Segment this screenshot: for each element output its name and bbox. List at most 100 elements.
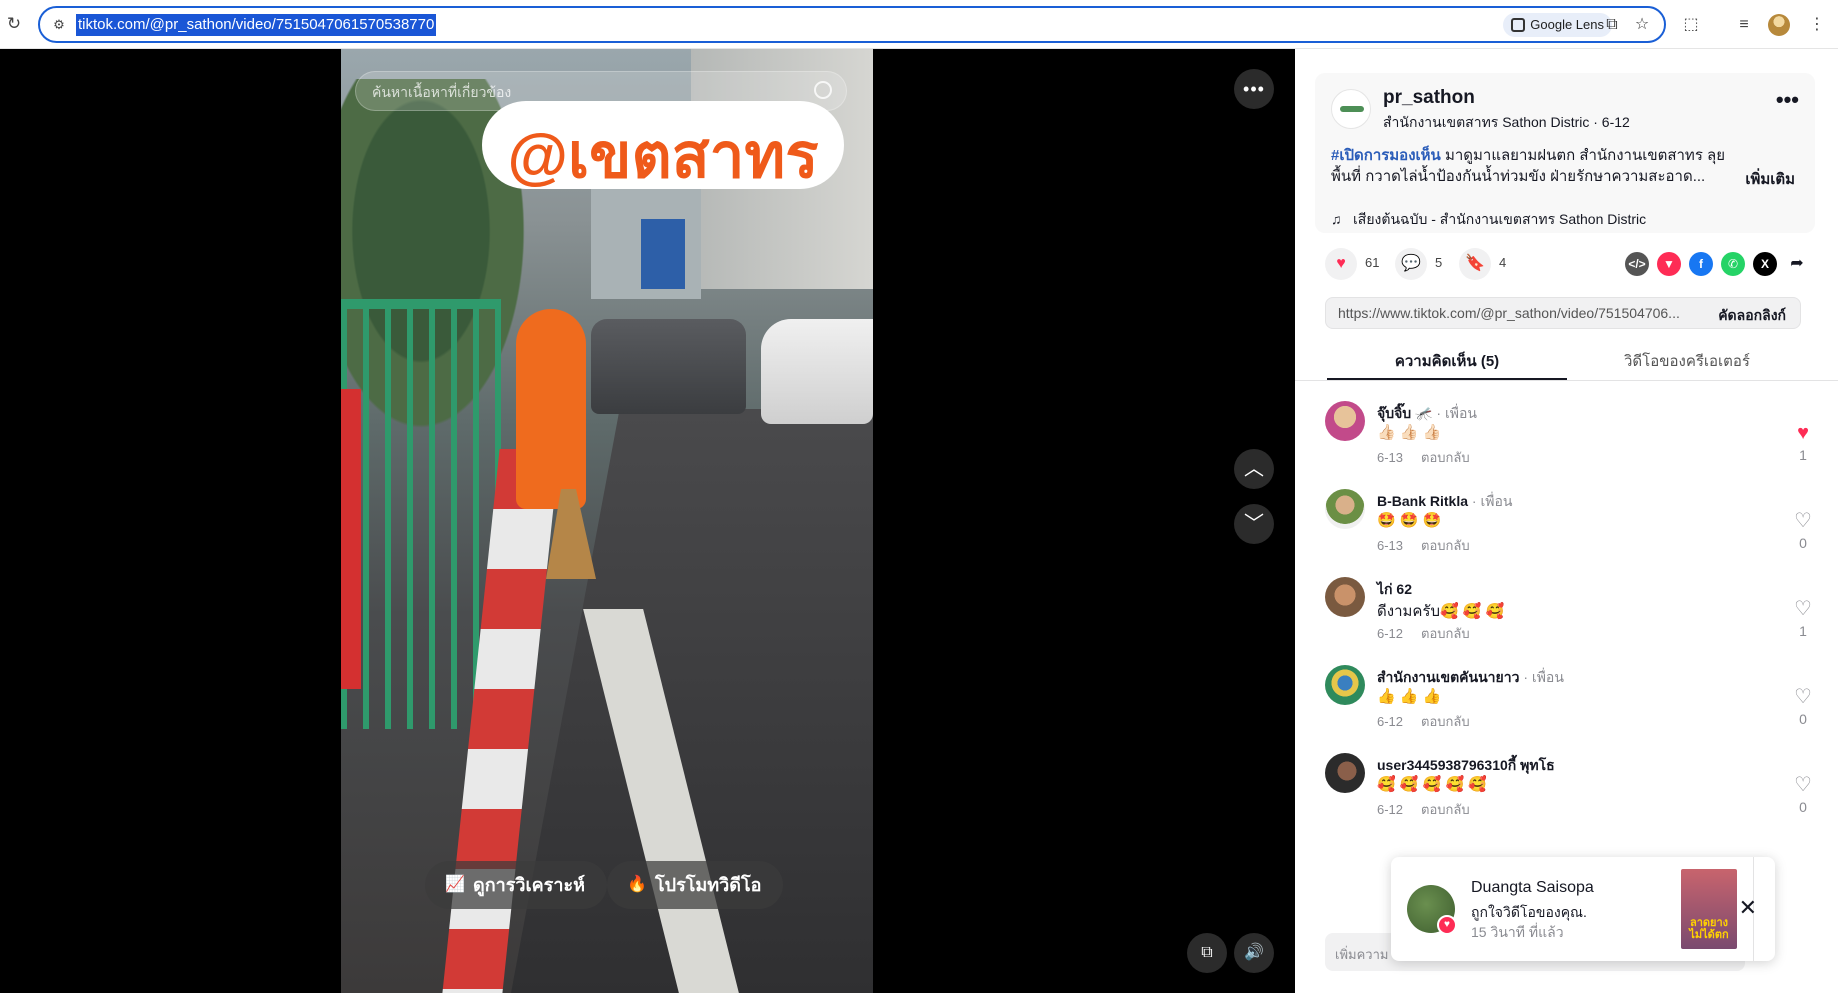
close-icon[interactable]: ✕ [1739, 895, 1757, 921]
commenter-name[interactable]: สำนักงานเขตคันนายาว · เพื่อน [1377, 667, 1564, 689]
comment-icon: 💬 [1395, 247, 1427, 280]
scene-car [591, 319, 746, 414]
commenter-avatar[interactable] [1325, 753, 1365, 793]
tab-underline [1327, 378, 1567, 380]
comment-meta: 6-13 ตอบกลับ [1377, 447, 1488, 468]
extensions-icon[interactable]: ⬚ [1680, 14, 1702, 36]
comment-like-count: 0 [1799, 535, 1807, 551]
video-thumbnail[interactable]: ลาดยาง ไม่ได้ตก [1681, 869, 1737, 949]
commenter-name-text: B-Bank Ritkla [1377, 493, 1469, 509]
bookmark-star-icon[interactable]: ☆ [1632, 15, 1652, 35]
promote-button[interactable]: 🔥 โปรโมทวิดีโอ [607, 861, 784, 909]
like-count: 61 [1365, 255, 1380, 270]
tab-comments[interactable]: ความคิดเห็น (5) [1327, 349, 1567, 373]
comment-text: 🤩 🤩 🤩 [1377, 512, 1442, 529]
heart-badge-icon: ♥ [1437, 915, 1457, 935]
comment-item: สำนักงานเขตคันนายาว · เพื่อน 👍 👍 👍 6-12 ต… [1325, 665, 1815, 745]
next-video-icon[interactable]: ﹀ [1234, 504, 1274, 544]
install-app-icon[interactable]: ⧉ [1602, 15, 1622, 35]
action-bar: ♥ 61 💬 5 🔖 4 </> ▼ f ✆ X ➦ [1325, 247, 1815, 280]
embed-icon[interactable]: </> [1625, 252, 1649, 276]
commenter-name[interactable]: ไก่ 62 [1377, 579, 1412, 601]
tab-creator-videos[interactable]: วิดีโอของครีเอเตอร์ [1567, 349, 1807, 373]
flame-icon: 🔥 [627, 876, 647, 893]
like-button[interactable]: ♥ 61 [1325, 247, 1380, 280]
comment-like-count: 1 [1799, 623, 1807, 639]
commenter-avatar[interactable] [1325, 577, 1365, 617]
comment-item: B-Bank Ritkla · เพื่อน 🤩 🤩 🤩 6-13 ตอบกลับ… [1325, 489, 1815, 569]
google-lens-button[interactable]: Google Lens [1503, 13, 1612, 37]
overlay-text-bubble: @เขตสาทร [482, 101, 844, 191]
commenter-avatar[interactable] [1325, 401, 1365, 441]
promote-label: โปรโมทวิดีโอ [655, 875, 762, 895]
reply-button[interactable]: ตอบกลับ [1421, 626, 1470, 641]
facebook-icon[interactable]: f [1689, 252, 1713, 276]
comment-button[interactable]: 💬 5 [1395, 247, 1443, 280]
reply-button[interactable]: ตอบกลับ [1421, 450, 1470, 465]
video-frame[interactable]: ค้นหาเนื้อหาที่เกี่ยวข้อง @เขตสาทร 📈 ดูกา… [341, 49, 873, 993]
scene-worker [516, 309, 586, 509]
browser-toolbar: ↻ ⚙ tiktok.com/@pr_sathon/video/75150470… [0, 0, 1838, 49]
comment-item: จุ๊บจิ๊บ 🦟 · เพื่อน 👍🏻 👍🏻 👍🏻 6-13 ตอบกลับ… [1325, 401, 1815, 481]
comment-like-button[interactable]: ♡ 0 [1791, 687, 1815, 727]
commenter-avatar[interactable] [1325, 489, 1365, 529]
comment-like-button[interactable]: ♡ 1 [1791, 599, 1815, 639]
save-button[interactable]: 🔖 4 [1459, 247, 1506, 280]
commenter-avatar[interactable] [1325, 665, 1365, 705]
notifier-avatar[interactable]: ♥ [1407, 885, 1457, 935]
author-avatar[interactable] [1331, 89, 1371, 129]
comment-like-button[interactable]: ♡ 0 [1791, 775, 1815, 815]
site-info-icon[interactable]: ⚙ [50, 16, 68, 34]
comment-meta: 6-13 ตอบกลับ [1377, 535, 1488, 556]
like-notification[interactable]: ♥ Duangta Saisopa ถูกใจวิดีโอของคุณ. 15 … [1391, 857, 1775, 961]
scene-board [341, 389, 361, 689]
notification-text: ถูกใจวิดีโอของคุณ. [1471, 904, 1587, 920]
copy-link-button[interactable]: คัดลอกลิงก์ [1718, 305, 1786, 327]
comment-count: 5 [1435, 255, 1443, 270]
whatsapp-icon[interactable]: ✆ [1721, 252, 1745, 276]
notification-time: 15 วินาที ที่แล้ว [1471, 924, 1564, 940]
commenter-name[interactable]: จุ๊บจิ๊บ 🦟 · เพื่อน [1377, 403, 1477, 425]
hashtag-link[interactable]: #เปิดการมองเห็น [1331, 147, 1441, 164]
reply-button[interactable]: ตอบกลับ [1421, 714, 1470, 729]
video-player-area: ค้นหาเนื้อหาที่เกี่ยวข้อง @เขตสาทร 📈 ดูกา… [0, 49, 1295, 993]
miniplayer-icon[interactable]: ⧉ [1187, 933, 1227, 973]
reading-list-icon[interactable]: ≡ [1733, 14, 1755, 36]
browser-menu-icon[interactable]: ⋮ [1806, 14, 1828, 36]
comment-date: 6-12 [1377, 626, 1404, 641]
reply-button[interactable]: ตอบกลับ [1421, 538, 1470, 553]
post-more-icon[interactable]: ••• [1776, 87, 1799, 113]
profile-avatar[interactable] [1768, 14, 1790, 36]
video-more-icon[interactable]: ••• [1234, 69, 1274, 109]
author-subtitle: สำนักงานเขตสาทร Sathon Distric · 6-12 [1383, 114, 1630, 130]
comment-text: 🥰 🥰 🥰 🥰 🥰 [1377, 776, 1488, 793]
x-icon[interactable]: X [1753, 252, 1777, 276]
send-to-friends-icon[interactable]: ▼ [1657, 252, 1681, 276]
volume-icon[interactable]: 🔊 [1234, 933, 1274, 973]
url-text[interactable]: tiktok.com/@pr_sathon/video/751504706157… [76, 14, 437, 36]
heart-outline-icon: ♡ [1794, 686, 1812, 708]
reply-button[interactable]: ตอบกลับ [1421, 802, 1470, 817]
commenter-name[interactable]: user3445938796310กี้ พุทโธ [1377, 755, 1555, 777]
comment-like-button[interactable]: ♡ 0 [1791, 511, 1815, 551]
video-search-placeholder: ค้นหาเนื้อหาที่เกี่ยวข้อง [372, 84, 512, 100]
video-link[interactable]: https://www.tiktok.com/@pr_sathon/video/… [1338, 305, 1688, 321]
lens-icon [1511, 18, 1526, 32]
details-panel: pr_sathon สำนักงานเขตสาทร Sathon Distric… [1295, 49, 1838, 993]
comment-like-button[interactable]: ♥ 1 [1791, 423, 1815, 463]
music-info[interactable]: ♫ เสียงต้นฉบับ - สำนักงานเขตสาทร Sathon D… [1331, 209, 1646, 231]
address-bar[interactable]: ⚙ tiktok.com/@pr_sathon/video/7515047061… [38, 6, 1666, 43]
reload-icon[interactable]: ↻ [4, 14, 24, 34]
friend-badge: · เพื่อน [1432, 405, 1477, 421]
comment-like-count: 0 [1799, 711, 1807, 727]
analytics-button[interactable]: 📈 ดูการวิเคราะห์ [425, 861, 607, 909]
comment-meta: 6-12 ตอบกลับ [1377, 623, 1488, 644]
notifier-name[interactable]: Duangta Saisopa [1471, 879, 1594, 897]
share-arrow-icon[interactable]: ➦ [1785, 252, 1809, 276]
author-name[interactable]: pr_sathon [1383, 87, 1475, 109]
commenter-name[interactable]: B-Bank Ritkla · เพื่อน [1377, 491, 1512, 513]
google-lens-label: Google Lens [1530, 17, 1604, 32]
search-icon [814, 81, 832, 99]
more-button[interactable]: เพิ่มเติม [1745, 167, 1795, 191]
previous-video-icon[interactable]: ︿ [1234, 449, 1274, 489]
